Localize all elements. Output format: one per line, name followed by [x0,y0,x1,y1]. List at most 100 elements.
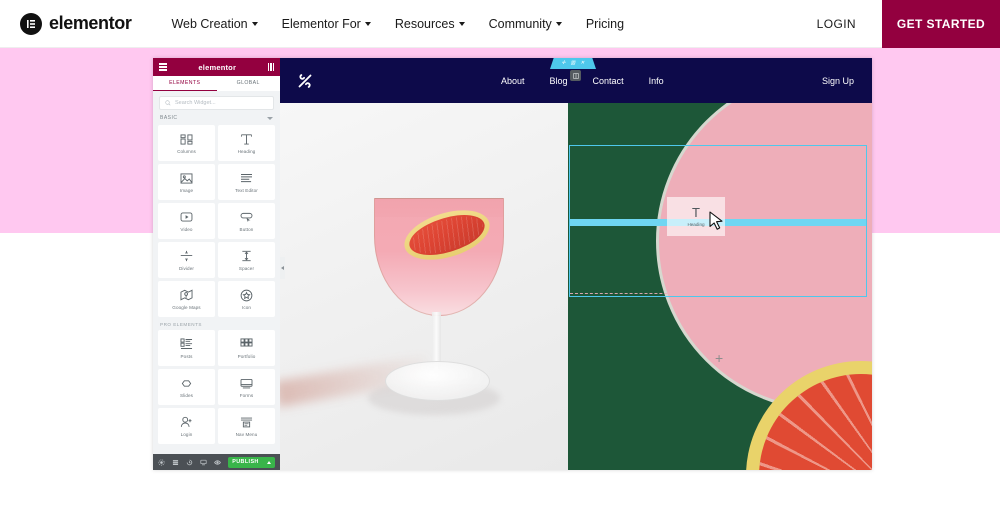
widget-label: Divider [179,266,194,271]
forms-widget-icon [240,376,253,390]
widget-heading[interactable]: Heading [218,125,275,161]
heading-widget-icon: T [692,205,700,220]
widget-label: Spacer [238,266,255,271]
history-icon[interactable] [186,459,193,466]
editor-left-panel: elementor ELEMENTS GLOBAL Search Widget.… [153,58,280,470]
widget-video[interactable]: Video [158,203,215,239]
nav-item-resources[interactable]: Resources [395,17,465,31]
search-placeholder: Search Widget... [175,100,216,106]
nav-item-pricing[interactable]: Pricing [586,17,624,31]
widget-slides[interactable]: Slides [158,369,215,405]
panel-collapse-toggle[interactable] [280,257,285,279]
widget-login[interactable]: Login [158,408,215,444]
pro-widget-grid: Posts Portfolio Slides Forms Login Nav M… [158,330,275,444]
search-input[interactable]: Search Widget... [159,96,274,110]
widget-icon[interactable]: Icon [218,281,275,317]
publish-label: PUBLISH [232,459,259,465]
section-handle[interactable]: ✛ ▥ ✕ [550,58,596,69]
portfolio-widget-icon [240,337,253,351]
preview-nav-blog[interactable]: Blog [550,76,568,86]
widget-label: Forms [239,393,254,398]
divider-widget-icon [180,249,193,263]
brand-logo-text: elementor [49,13,132,33]
widget-label: Button [239,227,254,232]
close-icon[interactable]: ✕ [580,61,584,66]
widget-forms[interactable]: Forms [218,369,275,405]
category-basic-header[interactable]: BASIC [153,114,280,125]
nav-item-elementor-for[interactable]: Elementor For [282,17,371,31]
widget-list: Columns Heading Image Text Editor Video … [153,125,280,470]
posts-widget-icon [180,337,193,351]
preview-nav-info[interactable]: Info [649,76,664,86]
google-maps-widget-icon [180,288,193,302]
add-icon[interactable]: ✛ [561,61,565,66]
panel-footer-toolbar: PUBLISH [153,454,280,470]
chevron-right-icon [280,266,284,270]
hamburger-icon[interactable] [159,63,167,71]
panel-tabs: ELEMENTS GLOBAL [153,76,280,91]
responsive-mode-icon[interactable] [200,459,207,466]
preview-nav-about[interactable]: About [501,76,525,86]
widget-spacer[interactable]: Spacer [218,242,275,278]
widget-button[interactable]: Button [218,203,275,239]
settings-icon[interactable] [158,458,165,466]
widget-label: Login [180,432,193,437]
elementor-editor-window: elementor ELEMENTS GLOBAL Search Widget.… [153,58,872,470]
login-link[interactable]: LOGIN [817,17,856,31]
widget-label: Icon [241,305,252,310]
widget-posts[interactable]: Posts [158,330,215,366]
editor-preview-canvas: About Blog Contact Info Sign Up + ✛ ▥ ✕ … [280,58,872,470]
heading-widget-icon [240,132,253,146]
header-actions: LOGIN GET STARTED [817,0,1000,48]
publish-button[interactable]: PUBLISH [228,456,275,468]
tab-global[interactable]: GLOBAL [217,76,281,91]
site-header: elementor Web Creation Elementor For Res… [0,0,1000,48]
plus-icon[interactable]: + [715,351,723,365]
column-bottom-guide [570,293,866,294]
navigator-icon[interactable] [172,459,179,466]
preview-nav-signup[interactable]: Sign Up [822,76,854,86]
mouse-pointer-icon [709,211,724,237]
widget-label: Portfolio [237,354,256,359]
nav-label: Resources [394,16,455,31]
chevron-up-icon [266,460,271,464]
widget-label: Google Maps [172,305,201,310]
widget-divider[interactable]: Divider [158,242,215,278]
primary-navigation: Web Creation Elementor For Resources Com… [171,17,624,31]
preview-changes-icon[interactable] [214,459,221,466]
preview-nav-contact[interactable]: Contact [593,76,624,86]
get-started-button[interactable]: GET STARTED [882,0,1000,48]
chevron-down-icon [458,21,465,26]
widget-google-maps[interactable]: Google Maps [158,281,215,317]
chevron-down-icon [267,116,273,120]
columns-widget-icon [180,132,193,146]
brand-logo[interactable]: elementor [20,12,132,35]
widget-nav-menu[interactable]: Nav Menu [218,408,275,444]
tab-elements[interactable]: ELEMENTS [153,76,217,91]
widget-label: Text Editor [235,188,258,193]
widget-label: Nav Menu [235,432,258,437]
columns-icon[interactable]: ▥ [571,61,576,66]
text-editor-widget-icon [240,171,253,185]
preview-left-column[interactable] [280,103,568,470]
widget-columns[interactable]: Columns [158,125,215,161]
widget-label: Slides [179,393,194,398]
widget-text-editor[interactable]: Text Editor [218,164,275,200]
dragged-widget-label: Heading [687,222,705,227]
cocktail-glass-bowl [374,198,504,316]
nav-item-community[interactable]: Community [489,17,562,31]
category-pro-elements-header[interactable]: PRO ELEMENTS [158,317,275,330]
widget-label: Posts [180,354,193,359]
chevron-down-icon [555,21,562,26]
widget-label: Heading [237,149,256,154]
columns-icon[interactable] [267,63,274,71]
login-widget-icon [180,415,193,429]
nav-item-web-creation[interactable]: Web Creation [171,17,258,31]
widget-image[interactable]: Image [158,164,215,200]
widget-label: Video [180,227,193,232]
panel-brand-label: elementor [198,62,237,72]
widget-portfolio[interactable]: Portfolio [218,330,275,366]
button-widget-icon [240,210,253,224]
site-brand-icon[interactable] [294,70,316,92]
column-edit-icon[interactable] [570,70,581,81]
